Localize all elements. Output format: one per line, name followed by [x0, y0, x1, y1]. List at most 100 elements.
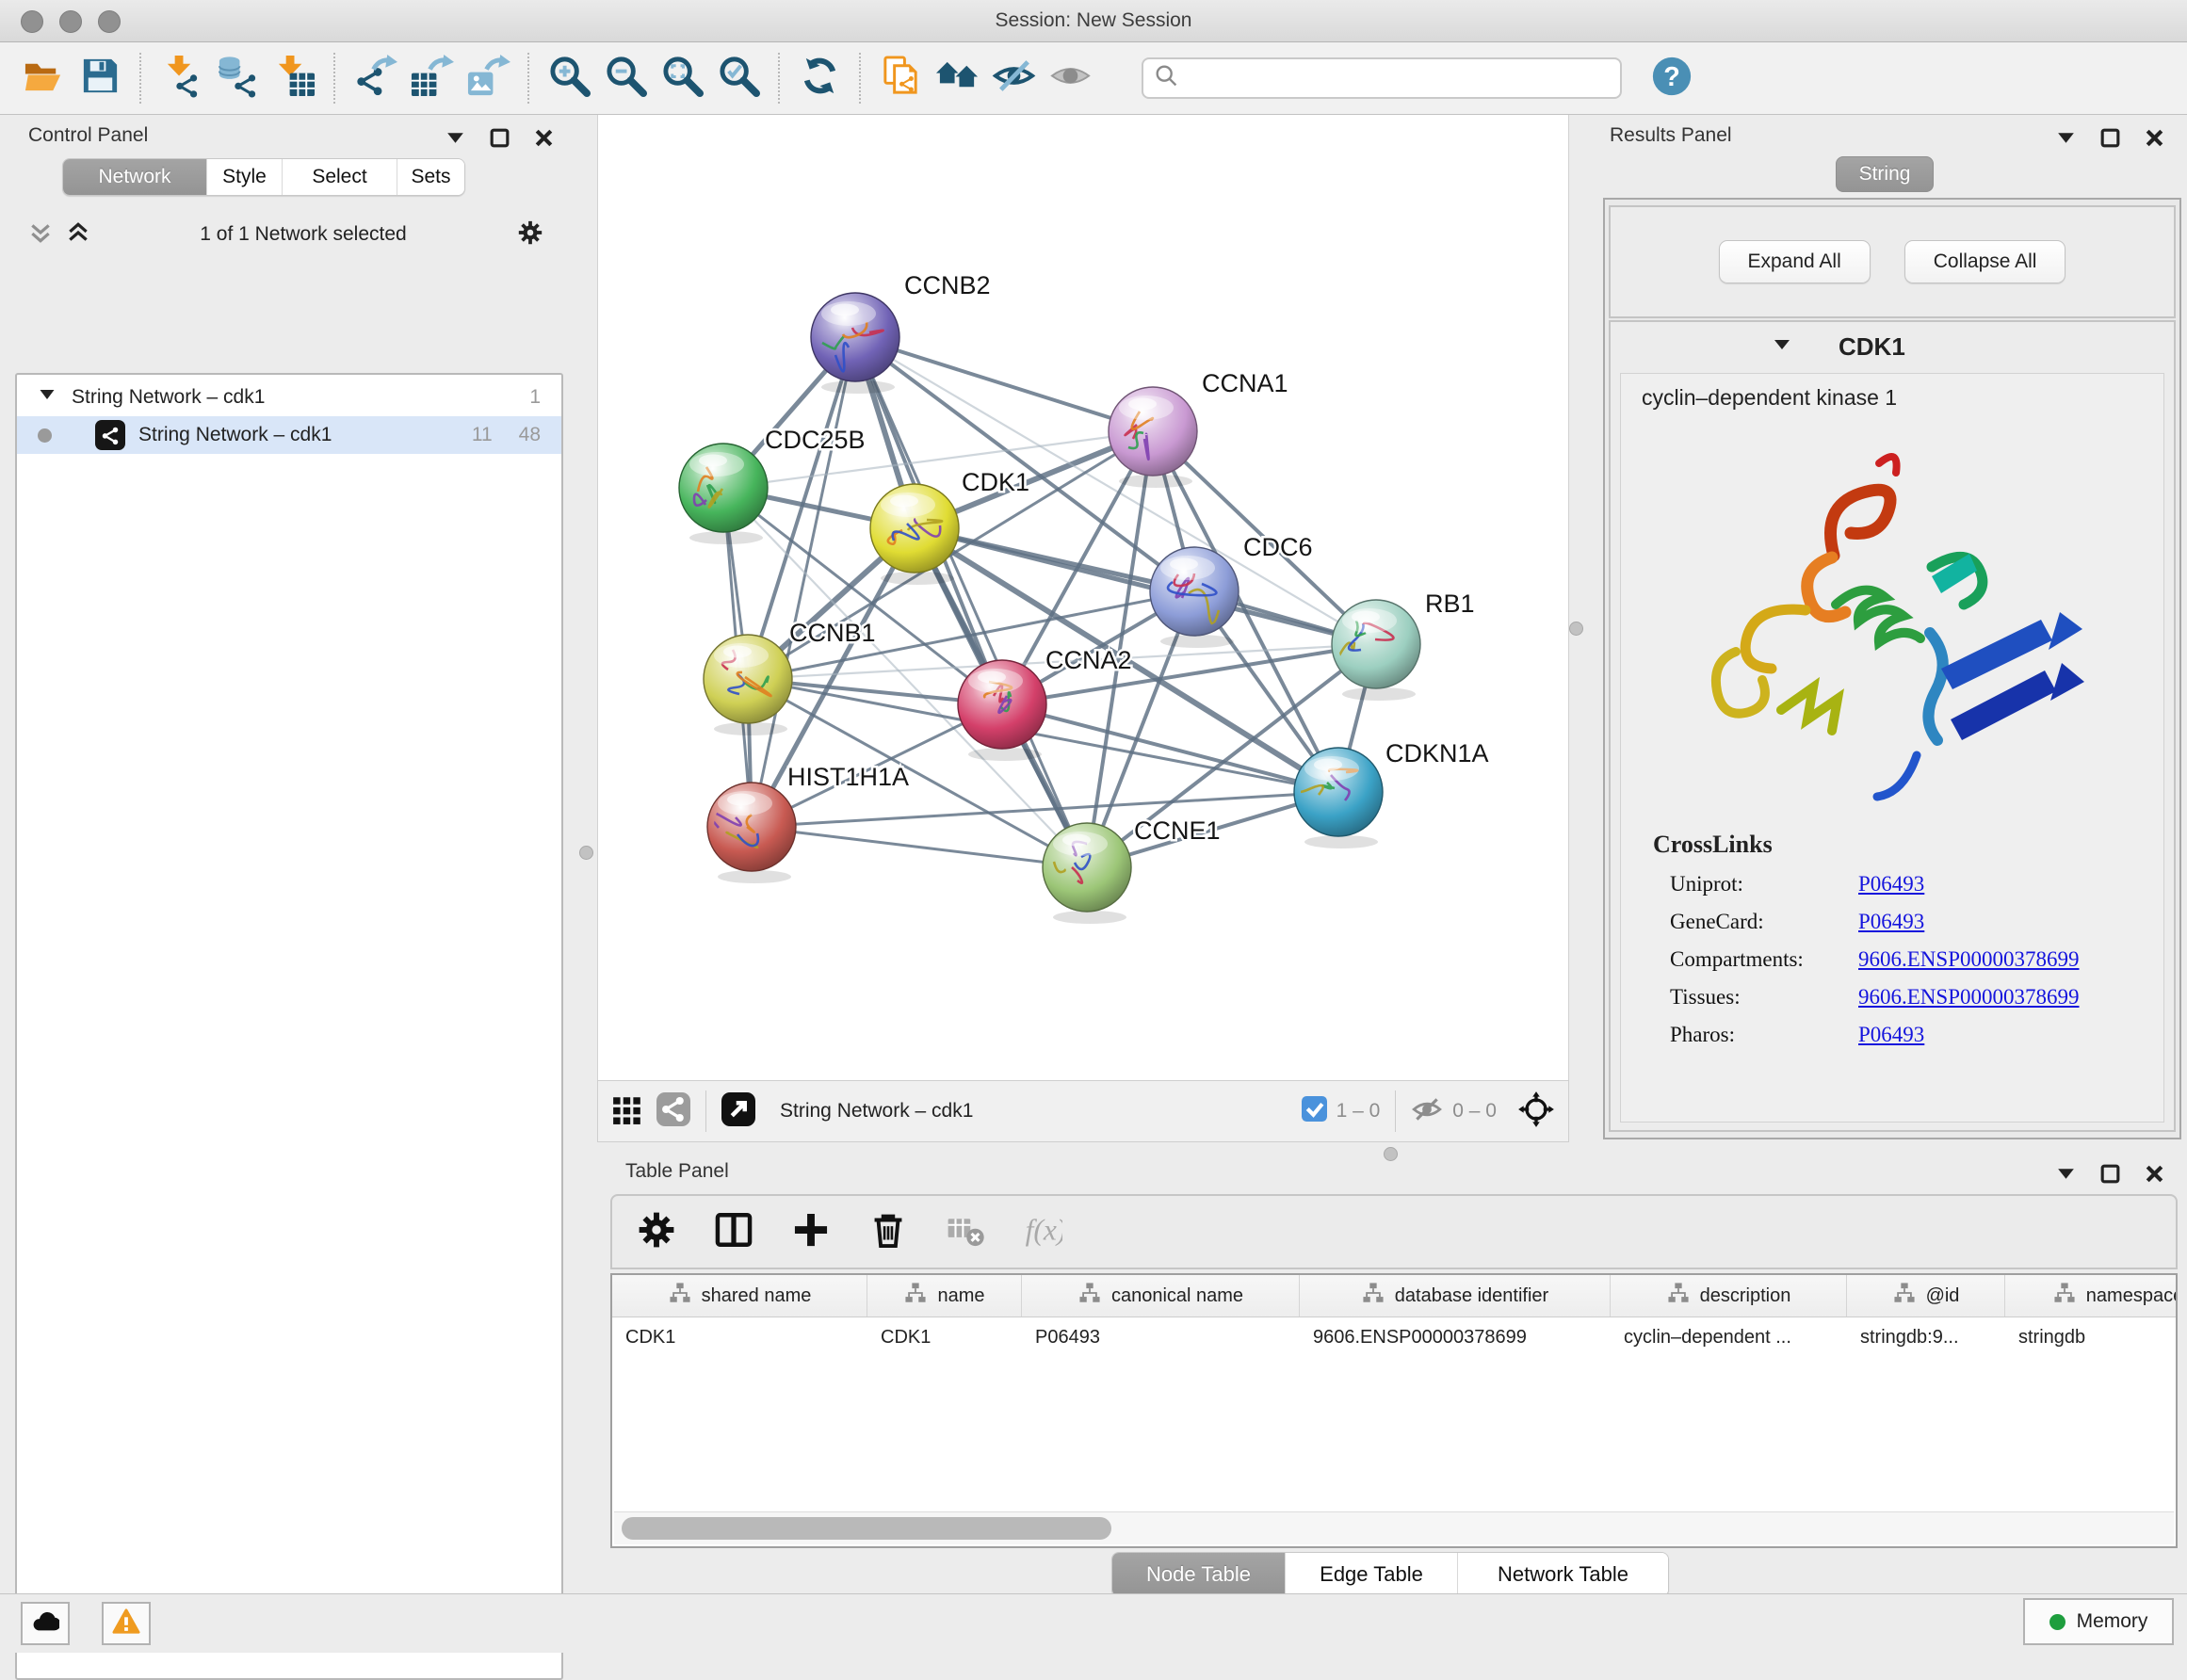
zoom-fit-button[interactable] [654, 50, 710, 106]
open-session-button[interactable] [15, 50, 72, 106]
trash-button[interactable] [868, 1210, 908, 1254]
svg-text:?: ? [1663, 62, 1680, 92]
zoom-out-button[interactable] [597, 50, 654, 106]
results-panel-close-icon[interactable] [2143, 126, 2166, 154]
column-header-canonical-name[interactable]: canonical name [1022, 1275, 1300, 1317]
tab-style[interactable]: Style [206, 159, 282, 195]
crosslink-link[interactable]: 9606.ENSP00000378699 [1858, 947, 2080, 972]
crosslink-label: Tissues: [1670, 985, 1858, 1010]
tab-network[interactable]: Network [63, 159, 206, 195]
network-tree-row[interactable]: String Network – cdk1 11 48 [17, 416, 561, 454]
import-network-button[interactable] [153, 50, 209, 106]
columns-button[interactable] [714, 1210, 753, 1254]
column-header-namespace[interactable]: namespace [2005, 1275, 2178, 1317]
fit-selected-crosshair-icon[interactable] [1517, 1090, 1555, 1133]
import-table-button[interactable] [266, 50, 322, 106]
table-delete-button[interactable] [946, 1210, 985, 1254]
export-table-button[interactable] [403, 50, 460, 106]
expand-all-button[interactable]: Expand All [1719, 240, 1871, 283]
collection-count: 1 [529, 386, 541, 409]
help-button[interactable]: ? [1650, 55, 1693, 103]
zoom-in-button[interactable] [541, 50, 597, 106]
network-node-RB1[interactable]: RB1 [1332, 590, 1475, 701]
crosslink-link[interactable]: P06493 [1858, 910, 1924, 934]
toolbar-separator [778, 53, 780, 104]
crosslink-row: Uniprot: P06493 [1670, 872, 2163, 897]
birds-eye-view-icon[interactable] [611, 1093, 643, 1130]
table-row[interactable]: CDK1CDK1P064939606.ENSP00000378699cyclin… [612, 1317, 2176, 1357]
table-horizontal-scrollbar[interactable] [614, 1511, 2174, 1544]
tab-select[interactable]: Select [282, 159, 397, 195]
tab-edge-table[interactable]: Edge Table [1285, 1553, 1457, 1596]
crosslinks-title: CrossLinks [1653, 831, 2163, 859]
tab-sets[interactable]: Sets [397, 159, 464, 195]
control-panel-collapse-icon[interactable] [444, 126, 467, 154]
column-header-shared-name[interactable]: shared name [612, 1275, 867, 1317]
search-input[interactable] [1181, 67, 1611, 90]
left-splitter-handle[interactable] [579, 846, 593, 860]
table-panel-float-icon[interactable] [2098, 1162, 2122, 1190]
column-header--id[interactable]: @id [1847, 1275, 2005, 1317]
gene-section-collapse-icon[interactable] [1771, 333, 1793, 361]
tab-node-table[interactable]: Node Table [1112, 1553, 1285, 1596]
crosslink-row: Compartments: 9606.ENSP00000378699 [1670, 947, 2163, 972]
column-label: name [937, 1285, 984, 1307]
import-table-icon [272, 54, 316, 103]
collapse-all-button[interactable]: Collapse All [1904, 240, 2066, 283]
clone-network-button[interactable] [872, 50, 929, 106]
gear-button[interactable] [637, 1210, 676, 1254]
network-node-CCNB2[interactable]: CCNB2 [811, 271, 991, 394]
open-in-window-icon[interactable] [721, 1092, 755, 1131]
control-panel-close-icon[interactable] [532, 126, 556, 154]
cloud-status-button[interactable] [21, 1602, 70, 1645]
warnings-button[interactable] [102, 1602, 151, 1645]
crosslink-link[interactable]: P06493 [1858, 872, 1924, 897]
network-canvas[interactable]: CCNB2 CCNA1 CDC25B CDK1 CDC6 RB1 [597, 115, 1569, 1080]
network-node-CDKN1A[interactable]: CDKN1A [1294, 739, 1489, 848]
results-tab-string[interactable]: String [1836, 156, 1934, 192]
import-database-button[interactable] [209, 50, 266, 106]
network-list-header: 1 of 1 Network selected [15, 215, 559, 254]
column-header-database-identifier[interactable]: database identifier [1300, 1275, 1611, 1317]
fx-button[interactable]: f(x) [1023, 1210, 1062, 1254]
refresh-view-button[interactable] [791, 50, 848, 106]
svg-text:f(x): f(x) [1026, 1213, 1062, 1246]
network-node-CDC6[interactable]: CDC6 [1150, 533, 1313, 648]
export-image-button[interactable] [460, 50, 516, 106]
right-splitter-handle[interactable] [1569, 622, 1583, 636]
column-label: namespace [2086, 1285, 2178, 1307]
save-session-button[interactable] [72, 50, 128, 106]
network-options-gear-icon[interactable] [516, 218, 544, 251]
home-views-button[interactable] [929, 50, 985, 106]
string-network-graph[interactable]: CCNB2 CCNA1 CDC25B CDK1 CDC6 RB1 [598, 115, 1570, 1080]
expand-all-networks-icon[interactable] [66, 220, 90, 250]
crosslink-link[interactable]: P06493 [1858, 1023, 1924, 1047]
results-panel-float-icon[interactable] [2098, 126, 2122, 154]
tree-expand-icon[interactable] [38, 385, 57, 410]
column-header-name[interactable]: name [867, 1275, 1022, 1317]
network-tree-row[interactable]: String Network – cdk1 1 [17, 379, 561, 416]
network-node-CCNB1[interactable]: CCNB1 [704, 619, 876, 735]
zoom-fit-icon [660, 54, 705, 103]
show-hidden-button[interactable] [1042, 50, 1098, 106]
table-panel-close-icon[interactable] [2143, 1162, 2166, 1190]
network-node-CDK1[interactable]: CDK1 [870, 468, 1029, 585]
crosslink-link[interactable]: 9606.ENSP00000378699 [1858, 985, 2080, 1010]
table-panel-collapse-icon[interactable] [2054, 1162, 2078, 1190]
column-header-description[interactable]: description [1611, 1275, 1847, 1317]
tab-network-table[interactable]: Network Table [1457, 1553, 1668, 1596]
node-label-CCNB1: CCNB1 [789, 619, 876, 647]
collapse-all-networks-icon[interactable] [28, 220, 53, 250]
table-toolbar: f(x) [610, 1194, 2178, 1269]
memory-button[interactable]: Memory [2023, 1598, 2174, 1645]
control-panel-float-icon[interactable] [488, 126, 511, 154]
export-network-button[interactable] [347, 50, 403, 106]
hide-selected-button[interactable] [985, 50, 1042, 106]
table-scrollbar-thumb[interactable] [622, 1517, 1111, 1540]
network-node-CCNA1[interactable]: CCNA1 [1109, 369, 1288, 488]
string-style-toggle-icon[interactable] [656, 1092, 690, 1131]
zoom-selected-button[interactable] [710, 50, 767, 106]
results-panel-collapse-icon[interactable] [2054, 126, 2078, 154]
add-button[interactable] [791, 1210, 831, 1254]
selected-nodes-checkbox-icon[interactable] [1302, 1096, 1327, 1126]
